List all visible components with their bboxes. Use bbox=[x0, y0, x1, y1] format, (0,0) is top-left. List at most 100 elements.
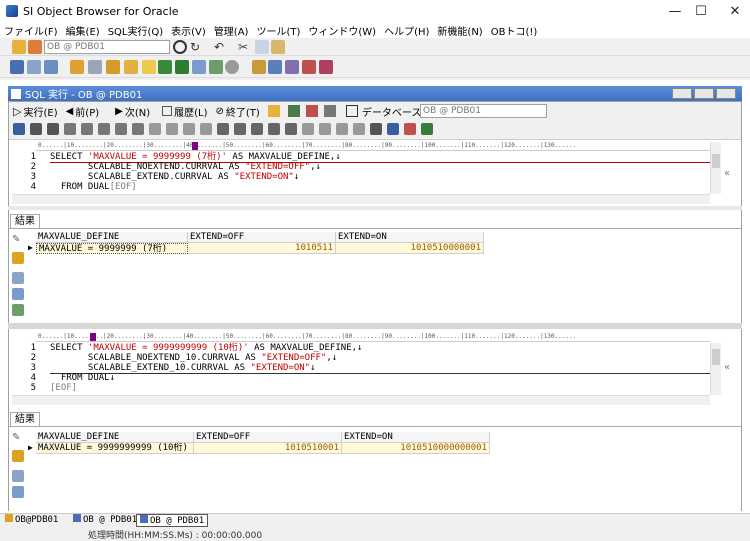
find-icon[interactable] bbox=[64, 123, 76, 135]
object-icon[interactable] bbox=[404, 123, 416, 135]
sql-editor-1[interactable]: 1 2 3 4 SELECT 'MAXVALUE = 9999999 (7桁)'… bbox=[12, 152, 710, 194]
database-icon[interactable] bbox=[88, 60, 102, 74]
table-icon[interactable] bbox=[27, 60, 41, 74]
editor-1-hscroll[interactable] bbox=[12, 194, 710, 204]
result-tab-2[interactable]: 結果 bbox=[10, 412, 40, 426]
pane-splitter[interactable] bbox=[8, 323, 742, 329]
undo-icon[interactable] bbox=[30, 123, 42, 135]
save-icon[interactable] bbox=[13, 123, 25, 135]
explain-icon[interactable] bbox=[421, 123, 433, 135]
menu-window[interactable]: ウィンドウ(W) bbox=[304, 23, 380, 38]
menu-help[interactable]: ヘルプ(H) bbox=[380, 23, 433, 38]
cylinder-icon[interactable] bbox=[142, 60, 156, 74]
child-restore-button[interactable] bbox=[694, 88, 714, 99]
replace-icon[interactable] bbox=[115, 123, 127, 135]
table-select-icon[interactable] bbox=[370, 123, 382, 135]
edit-pencil-icon[interactable]: ✎ bbox=[12, 234, 24, 246]
copy-icon[interactable] bbox=[255, 40, 269, 54]
lower-case-icon[interactable] bbox=[183, 123, 195, 135]
sheet-icon[interactable] bbox=[175, 60, 189, 74]
collapse-icon[interactable]: « bbox=[724, 168, 730, 179]
uncomment-icon[interactable] bbox=[268, 123, 280, 135]
doc-tab-3-active[interactable]: OB @ PDB01 bbox=[136, 514, 209, 527]
circle-icon[interactable] bbox=[173, 40, 187, 54]
filter-icon[interactable] bbox=[323, 105, 336, 117]
undo-icon[interactable]: ↶ bbox=[214, 40, 228, 54]
menu-new-features[interactable]: 新機能(N) bbox=[433, 23, 486, 38]
export-icon[interactable] bbox=[209, 60, 223, 74]
commit-icon[interactable] bbox=[12, 450, 24, 462]
align-icon[interactable] bbox=[200, 123, 212, 135]
block-icon[interactable] bbox=[285, 123, 297, 135]
column-header[interactable]: MAXVALUE_DEFINE bbox=[36, 232, 188, 243]
open-folder-icon[interactable] bbox=[267, 105, 280, 117]
paste-icon[interactable] bbox=[271, 40, 285, 54]
bookmark-icon[interactable] bbox=[302, 123, 314, 135]
debug-icon[interactable] bbox=[302, 60, 316, 74]
sql-editor-2[interactable]: 1 2 3 4 5 SELECT 'MAXVALUE = 9999999999 … bbox=[12, 343, 710, 395]
table-cell[interactable]: MAXVALUE = 9999999999 (10桁) bbox=[36, 443, 194, 454]
edit-pencil-icon[interactable]: ✎ bbox=[12, 432, 24, 444]
column-select-icon[interactable] bbox=[387, 123, 399, 135]
menu-sql-run[interactable]: SQL実行(Q) bbox=[104, 23, 167, 38]
user-icon[interactable] bbox=[70, 60, 84, 74]
doc-tab-2[interactable]: OB @ PDB01 bbox=[70, 514, 140, 527]
scroll-thumb[interactable] bbox=[712, 154, 720, 168]
tools-icon[interactable] bbox=[252, 60, 266, 74]
menu-tools[interactable]: ツール(T) bbox=[252, 23, 304, 38]
copy-rows-icon[interactable] bbox=[12, 272, 24, 284]
column-header[interactable]: EXTEND=ON bbox=[342, 432, 490, 443]
comment-icon[interactable] bbox=[251, 123, 263, 135]
compare-icon[interactable] bbox=[268, 60, 282, 74]
outdent-icon[interactable] bbox=[234, 123, 246, 135]
table-cell[interactable]: 1010511 bbox=[188, 243, 336, 254]
scroll-thumb[interactable] bbox=[712, 349, 720, 365]
paste-rows-icon[interactable] bbox=[12, 486, 24, 498]
menu-view[interactable]: 表示(V) bbox=[167, 23, 210, 38]
refresh-icon[interactable]: ↻ bbox=[190, 40, 204, 54]
table-cell[interactable]: 1010510000000001 bbox=[342, 443, 490, 454]
export-rows-icon[interactable] bbox=[12, 304, 24, 316]
table-cell[interactable]: 1010510001 bbox=[194, 443, 342, 454]
report-icon[interactable] bbox=[319, 60, 333, 74]
column-header[interactable]: EXTEND=ON bbox=[336, 232, 484, 243]
new-connection-icon[interactable] bbox=[12, 40, 26, 54]
find-next-icon[interactable] bbox=[81, 123, 93, 135]
cut-icon[interactable]: ✂ bbox=[238, 40, 252, 54]
find-prev-icon[interactable] bbox=[98, 123, 110, 135]
database-select[interactable]: OB @ PDB01 bbox=[420, 104, 547, 118]
table-cell[interactable]: MAXVALUE = 9999999 (7桁) bbox=[36, 243, 188, 254]
finish-button[interactable]: ⊘ 終了(T) bbox=[216, 104, 260, 119]
copy-rows-icon[interactable] bbox=[12, 470, 24, 482]
format-icon[interactable] bbox=[149, 123, 161, 135]
menu-ob-toko[interactable]: OBトコ(!) bbox=[487, 23, 542, 38]
menu-manage[interactable]: 管理(A) bbox=[210, 23, 253, 38]
schema-icon[interactable] bbox=[106, 60, 120, 74]
child-close-button[interactable] bbox=[716, 88, 736, 99]
export-result-icon[interactable] bbox=[305, 105, 318, 117]
run-button[interactable]: ▷ 実行(E) bbox=[13, 104, 58, 119]
editor-1-scrollbar[interactable] bbox=[710, 142, 721, 194]
table-cell[interactable]: 1010510000001 bbox=[336, 243, 484, 254]
doc-tab-1[interactable]: OB@PDB01 bbox=[2, 514, 61, 527]
column-header[interactable]: EXTEND=OFF bbox=[188, 232, 336, 243]
copy-table-icon[interactable] bbox=[192, 60, 206, 74]
search-icon[interactable] bbox=[225, 60, 239, 74]
collapse-icon[interactable]: « bbox=[724, 362, 730, 373]
binoculars-icon[interactable] bbox=[132, 123, 144, 135]
bookmark-prev-icon[interactable] bbox=[336, 123, 348, 135]
lock-icon[interactable] bbox=[124, 60, 138, 74]
redo-icon[interactable] bbox=[47, 123, 59, 135]
disconnect-icon[interactable] bbox=[28, 40, 42, 54]
menu-edit[interactable]: 編集(E) bbox=[62, 23, 104, 38]
commit-icon[interactable] bbox=[12, 252, 24, 264]
splitter[interactable] bbox=[8, 206, 742, 210]
editor-2-scrollbar[interactable] bbox=[710, 343, 721, 395]
bookmark-next-icon[interactable] bbox=[319, 123, 331, 135]
upper-case-icon[interactable] bbox=[166, 123, 178, 135]
plan-icon[interactable] bbox=[285, 60, 299, 74]
bookmark-clear-icon[interactable] bbox=[353, 123, 365, 135]
view-icon[interactable] bbox=[44, 60, 58, 74]
history-button[interactable]: 履歴(L) bbox=[162, 104, 208, 119]
grid-view-icon[interactable] bbox=[287, 105, 300, 117]
